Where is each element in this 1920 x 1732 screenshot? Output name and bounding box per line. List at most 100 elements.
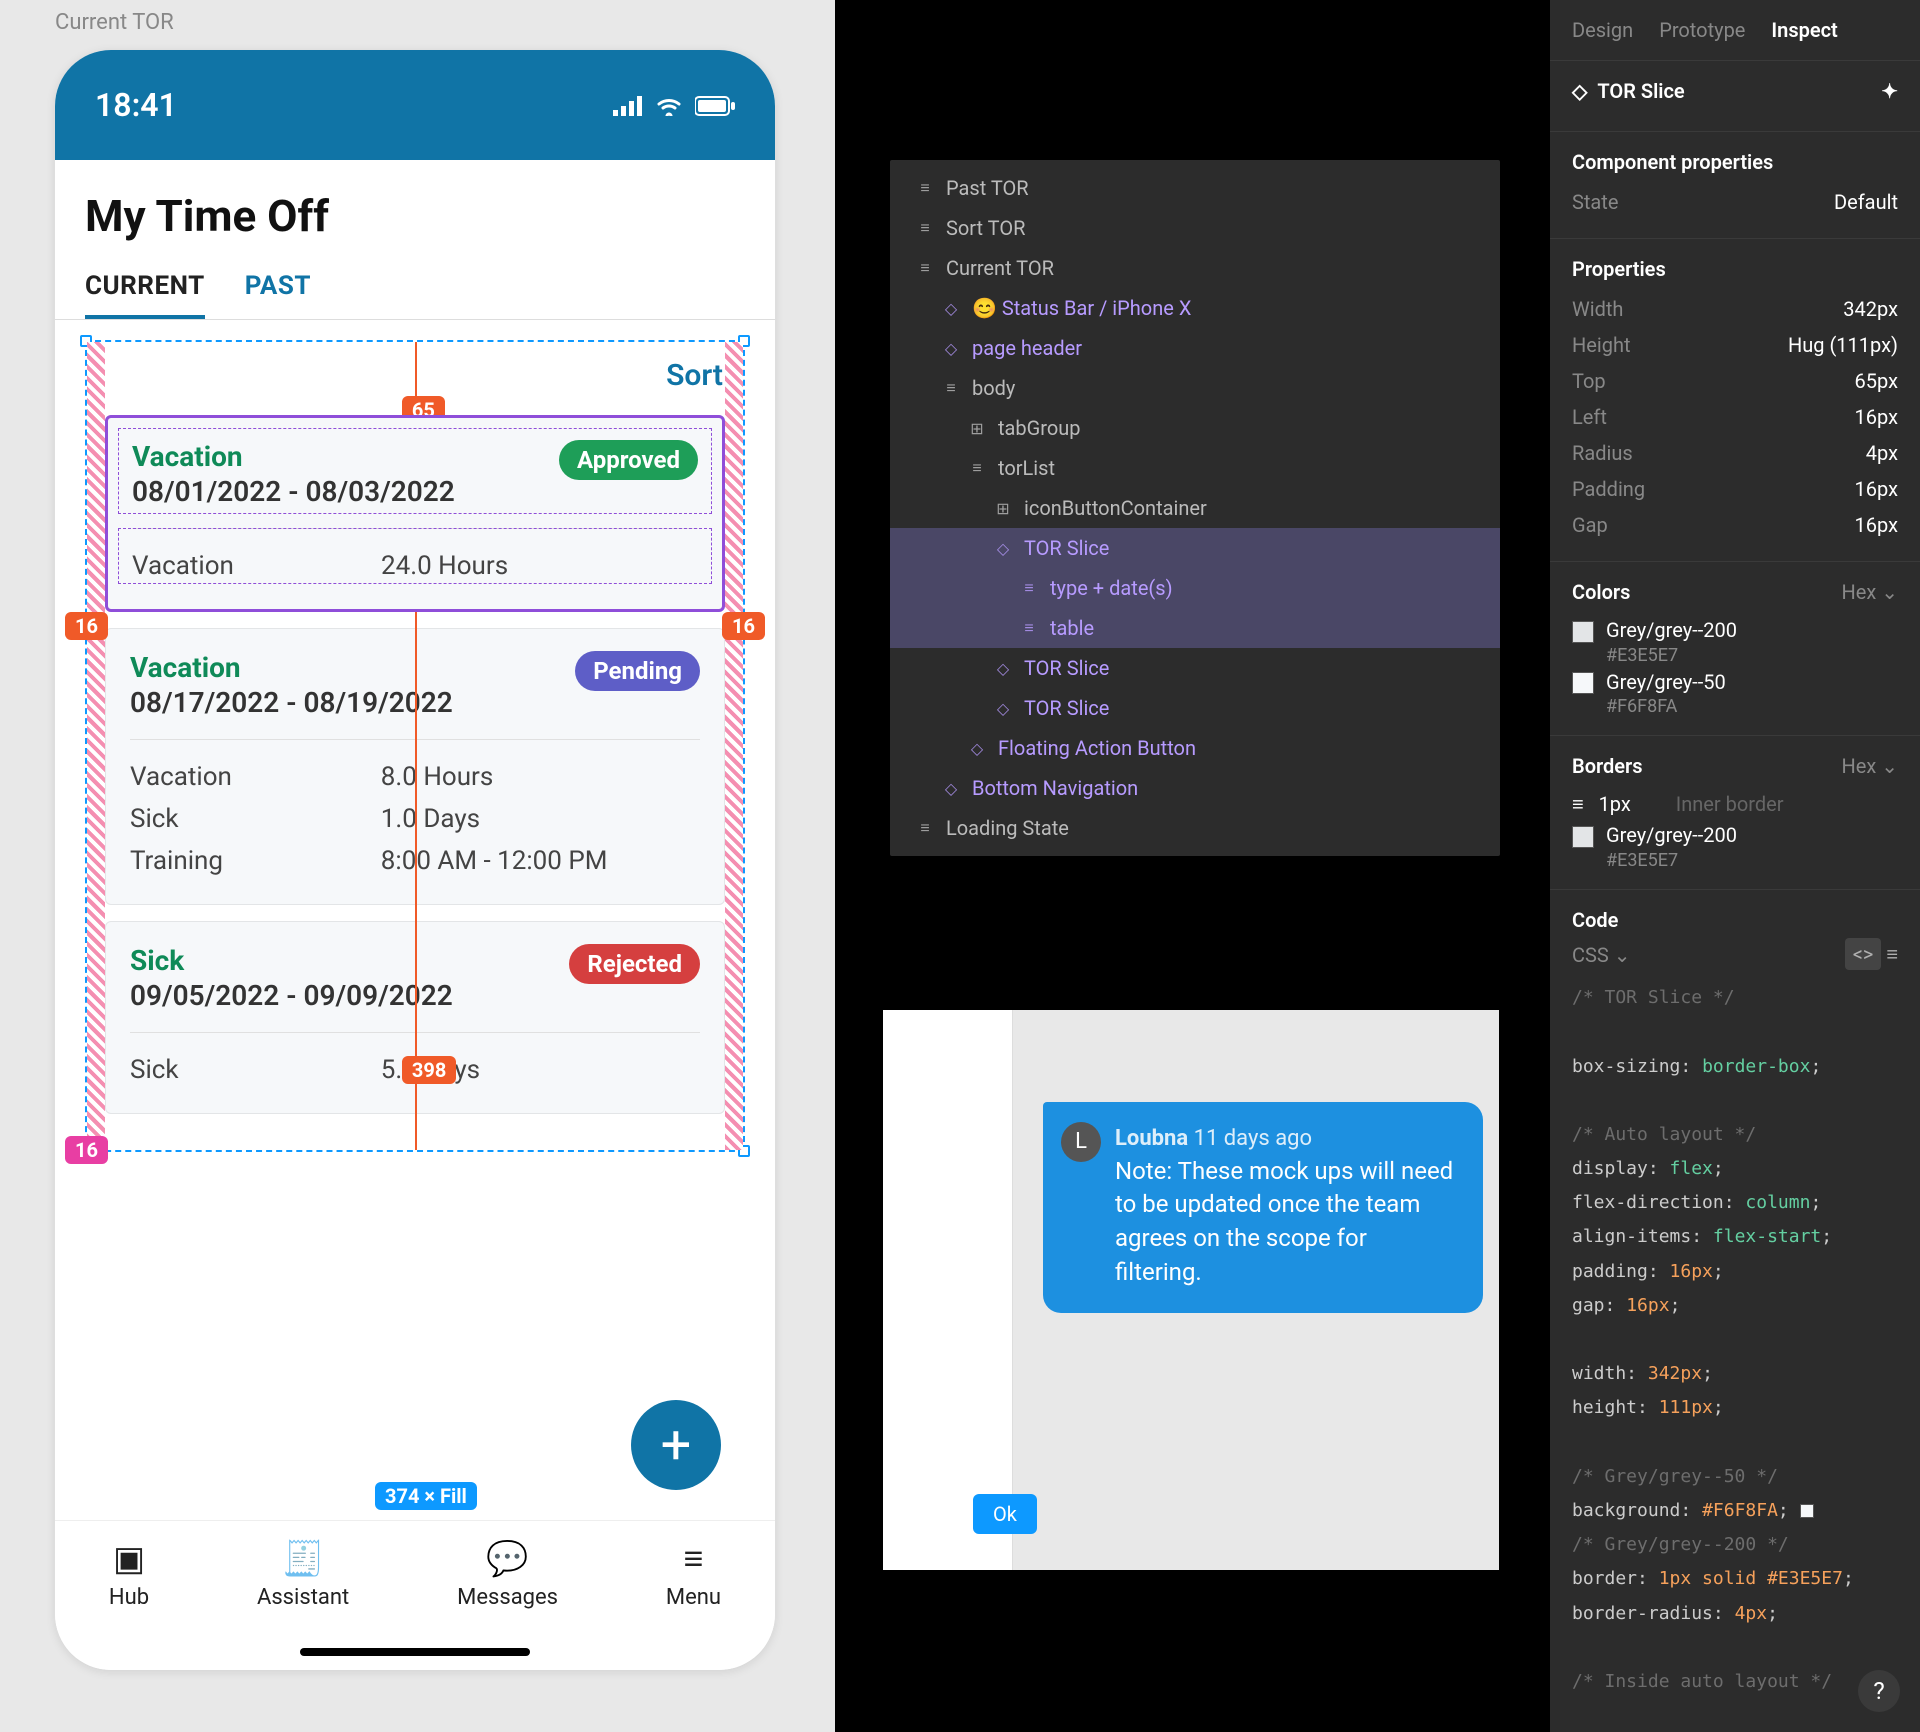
layer-type-icon: ≡ <box>942 378 960 398</box>
color-hex: #E3E5E7 <box>1572 850 1898 871</box>
layer-type-icon: ⊞ <box>968 419 986 438</box>
prop-key: Gap <box>1572 513 1608 537</box>
layer-row[interactable]: ◇TOR Slice <box>890 688 1500 728</box>
comment-area: L Loubna 11 days ago Note: These mock up… <box>883 1010 1499 1570</box>
nav-hub[interactable]: ▣Hub <box>109 1539 149 1610</box>
comment-bubble[interactable]: L Loubna 11 days ago Note: These mock up… <box>1043 1102 1483 1313</box>
padding-hatch-left <box>87 342 105 1150</box>
comment-time: 11 days ago <box>1194 1126 1313 1151</box>
layer-label: TOR Slice <box>1024 656 1109 680</box>
spacing-chip: 398 <box>402 1056 456 1084</box>
layer-row[interactable]: ◇😊 Status Bar / iPhone X <box>890 288 1500 328</box>
layer-row[interactable]: ≡Sort TOR <box>890 208 1500 248</box>
layer-row[interactable]: ◇ TOR Slice <box>890 528 1500 568</box>
layer-row[interactable]: ≡type + date(s) <box>890 568 1500 608</box>
color-hex: #F6F8FA <box>1572 696 1898 717</box>
mode-tabs: Design Prototype Inspect <box>1550 0 1920 60</box>
table-row: Vacation 24.0 Hours <box>132 545 698 587</box>
row-label: Sick <box>130 804 381 834</box>
code-lang-dropdown[interactable]: CSS <box>1572 943 1609 967</box>
layer-row[interactable]: ≡Loading State <box>890 808 1500 848</box>
code-block[interactable]: /* TOR Slice */ box-sizing: border-box; … <box>1572 981 1898 1699</box>
layer-row[interactable]: ⊞iconButtonContainer <box>890 488 1500 528</box>
layer-row[interactable]: ⊞tabGroup <box>890 408 1500 448</box>
prop-key: Top <box>1572 369 1606 393</box>
layer-type-icon: ◇ <box>942 299 960 318</box>
status-time: 18:41 <box>95 86 177 124</box>
color-hex: #E3E5E7 <box>1572 645 1898 666</box>
layer-label: page header <box>972 336 1082 360</box>
nav-menu[interactable]: ≡Menu <box>666 1539 721 1610</box>
layer-type-icon: ≡ <box>1020 618 1038 638</box>
borders: Borders Hex ⌄ ≡ 1px Inner border Grey/gr… <box>1550 735 1920 889</box>
prop-value: 65px <box>1855 369 1899 393</box>
nav-messages[interactable]: 💬Messages <box>457 1539 558 1610</box>
layer-row[interactable]: ◇Floating Action Button <box>890 728 1500 768</box>
prop-value: 4px <box>1866 441 1898 465</box>
layer-label: Past TOR <box>946 176 1029 200</box>
layer-row[interactable]: ≡table <box>890 608 1500 648</box>
nav-label: Assistant <box>257 1585 349 1610</box>
nav-label: Menu <box>666 1585 721 1610</box>
layer-type-icon: ◇ <box>994 699 1012 718</box>
border-style-icon: ≡ <box>1572 792 1584 816</box>
prop-value: 16px <box>1855 405 1899 429</box>
tor-dates: 08/17/2022 - 08/19/2022 <box>130 686 453 719</box>
status-bar: 18:41 <box>55 50 775 160</box>
home-indicator <box>300 1648 530 1656</box>
signal-icon <box>613 86 643 124</box>
prop-value: Default <box>1834 190 1898 214</box>
layer-type-icon: ≡ <box>916 818 934 838</box>
comment-body: Note: These mock ups will need to be upd… <box>1115 1155 1459 1289</box>
layer-label: torList <box>998 456 1055 480</box>
nav-assistant[interactable]: 🧾Assistant <box>257 1539 349 1610</box>
row-label: Training <box>130 846 381 876</box>
layer-row[interactable]: ≡ body <box>890 368 1500 408</box>
layer-label: body <box>972 376 1015 400</box>
nav-label: Hub <box>109 1585 149 1610</box>
layer-row[interactable]: ≡torList <box>890 448 1500 488</box>
layers-panel[interactable]: ≡Past TOR≡Sort TOR≡Current TOR◇😊 Status … <box>890 160 1500 856</box>
hex-dropdown[interactable]: Hex <box>1841 580 1876 604</box>
help-button[interactable]: ? <box>1858 1670 1900 1712</box>
bottom-navigation: ▣Hub 🧾Assistant 💬Messages ≡Menu <box>55 1520 775 1670</box>
status-badge: Pending <box>575 651 700 691</box>
layer-type-icon: ◇ <box>994 539 1012 558</box>
layer-row[interactable]: ◇page header <box>890 328 1500 368</box>
comment-author: Loubna <box>1115 1126 1188 1151</box>
layer-label: Floating Action Button <box>998 736 1196 760</box>
goto-main-component-icon[interactable]: ✦ <box>1881 79 1898 103</box>
selection-row: ◇ TOR Slice ✦ <box>1550 60 1920 131</box>
prop-row: HeightHug (111px) <box>1572 327 1898 363</box>
layer-type-icon: ◇ <box>942 779 960 798</box>
tor-slice[interactable]: Vacation 08/01/2022 - 08/03/2022 Approve… <box>105 415 725 612</box>
tab-past[interactable]: PAST <box>245 257 311 319</box>
prop-value: Hug (111px) <box>1788 333 1898 357</box>
ok-button[interactable]: Ok <box>973 1494 1037 1534</box>
row-value: 24.0 Hours <box>381 551 698 581</box>
prop-row: Left16px <box>1572 399 1898 435</box>
hex-dropdown[interactable]: Hex <box>1841 754 1876 778</box>
layer-row[interactable]: ◇Bottom Navigation <box>890 768 1500 808</box>
layer-row[interactable]: ◇TOR Slice <box>890 648 1500 688</box>
section-title: Borders <box>1572 754 1643 778</box>
section-title: Code <box>1572 908 1618 932</box>
layer-label: TOR Slice <box>1024 536 1109 560</box>
layer-type-icon: ≡ <box>916 258 934 278</box>
tab-prototype[interactable]: Prototype <box>1659 18 1745 42</box>
body: Sort 65 16 16 398 16 Vacation <box>55 340 775 1152</box>
code-view-icon[interactable]: <> <box>1845 938 1882 970</box>
color-name: Grey/grey--50 <box>1606 670 1726 694</box>
size-badge: 374 × Fill <box>375 1482 477 1510</box>
prop-key: Radius <box>1572 441 1633 465</box>
code-list-icon[interactable]: ≡ <box>1886 942 1898 966</box>
tab-inspect[interactable]: Inspect <box>1771 18 1837 42</box>
layer-row[interactable]: ≡Current TOR <box>890 248 1500 288</box>
layer-label: iconButtonContainer <box>1024 496 1207 520</box>
floating-action-button[interactable]: + <box>631 1400 721 1490</box>
row-value: 1.0 Days <box>381 804 700 834</box>
tab-current[interactable]: CURRENT <box>85 257 205 319</box>
layer-row[interactable]: ≡Past TOR <box>890 168 1500 208</box>
tab-design[interactable]: Design <box>1572 18 1633 42</box>
tor-dates: 08/01/2022 - 08/03/2022 <box>132 475 455 508</box>
